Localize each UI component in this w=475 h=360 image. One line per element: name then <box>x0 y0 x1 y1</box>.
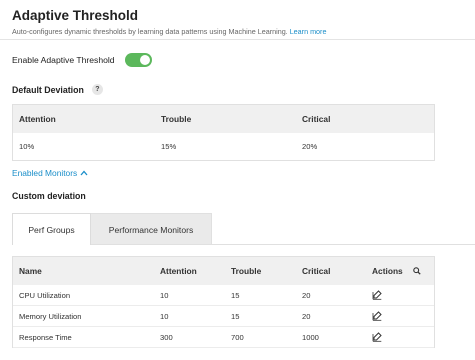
row-critical: 1000 <box>302 332 319 342</box>
tab-perf-groups[interactable]: Perf Groups <box>12 213 91 245</box>
enabled-monitors-label: Enabled Monitors <box>12 168 78 178</box>
column-header-attention: Attention <box>19 114 56 124</box>
default-deviation-title: Default Deviation ? <box>12 84 103 95</box>
enable-row: Enable Adaptive Threshold <box>12 53 152 67</box>
row-trouble: 15 <box>231 290 240 300</box>
row-actions <box>372 332 434 342</box>
custom-deviation-table: Name Attention Trouble Critical Actions … <box>12 256 435 348</box>
column-header-trouble: Trouble <box>161 114 192 124</box>
row-attention: 10 <box>160 290 169 300</box>
row-actions <box>372 311 434 321</box>
row-attention: 10 <box>160 311 169 321</box>
enable-toggle[interactable] <box>124 53 152 67</box>
enabled-monitors-link[interactable]: Enabled Monitors <box>12 168 88 178</box>
trouble-value: 15% <box>161 142 177 151</box>
actions-label: Actions <box>372 266 403 276</box>
page-subtitle: Auto-configures dynamic thresholds by le… <box>12 27 326 36</box>
column-header-critical: Critical <box>302 266 331 276</box>
learn-more-link[interactable]: Learn more <box>290 27 327 36</box>
tab-divider <box>91 244 475 245</box>
row-name: Memory Utilization <box>19 311 82 321</box>
subtitle-text: Auto-configures dynamic thresholds by le… <box>12 27 288 36</box>
page-title: Adaptive Threshold <box>12 8 139 23</box>
edit-icon[interactable] <box>372 311 382 321</box>
table-row: 10% 15% 20% <box>13 133 434 160</box>
row-attention: 300 <box>160 332 173 342</box>
table-header: Name Attention Trouble Critical Actions <box>13 257 434 285</box>
help-icon[interactable]: ? <box>91 84 103 95</box>
row-critical: 20 <box>302 311 311 321</box>
header-divider <box>0 39 475 40</box>
tab-bar: Perf Groups Performance Monitors <box>12 213 212 245</box>
row-name: Response Time <box>19 332 72 342</box>
table-row: Response Time 300 700 1000 <box>13 327 434 348</box>
column-header-attention: Attention <box>160 266 197 276</box>
row-critical: 20 <box>302 290 311 300</box>
default-deviation-table: Attention Trouble Critical 10% 15% 20% <box>12 104 435 161</box>
table-row: CPU Utilization 10 15 20 <box>13 285 434 306</box>
search-icon[interactable] <box>412 267 421 275</box>
column-header-name: Name <box>19 266 42 276</box>
critical-value: 20% <box>302 142 318 151</box>
tab-performance-monitors[interactable]: Performance Monitors <box>91 213 212 245</box>
enable-label: Enable Adaptive Threshold <box>12 55 115 65</box>
custom-deviation-title: Custom deviation <box>12 191 86 201</box>
edit-icon[interactable] <box>372 332 382 342</box>
default-deviation-label: Default Deviation <box>12 84 84 95</box>
row-trouble: 15 <box>231 311 240 321</box>
table-header: Attention Trouble Critical <box>13 105 434 133</box>
row-trouble: 700 <box>231 332 244 342</box>
toggle-knob <box>139 55 150 65</box>
edit-icon[interactable] <box>372 290 382 300</box>
column-header-critical: Critical <box>302 114 331 124</box>
attention-value: 10% <box>19 142 35 151</box>
chevron-up-icon <box>80 169 88 178</box>
row-name: CPU Utilization <box>19 290 71 300</box>
column-header-actions: Actions <box>372 266 434 276</box>
row-actions <box>372 290 434 300</box>
column-header-trouble: Trouble <box>231 266 262 276</box>
table-row: Memory Utilization 10 15 20 <box>13 306 434 327</box>
